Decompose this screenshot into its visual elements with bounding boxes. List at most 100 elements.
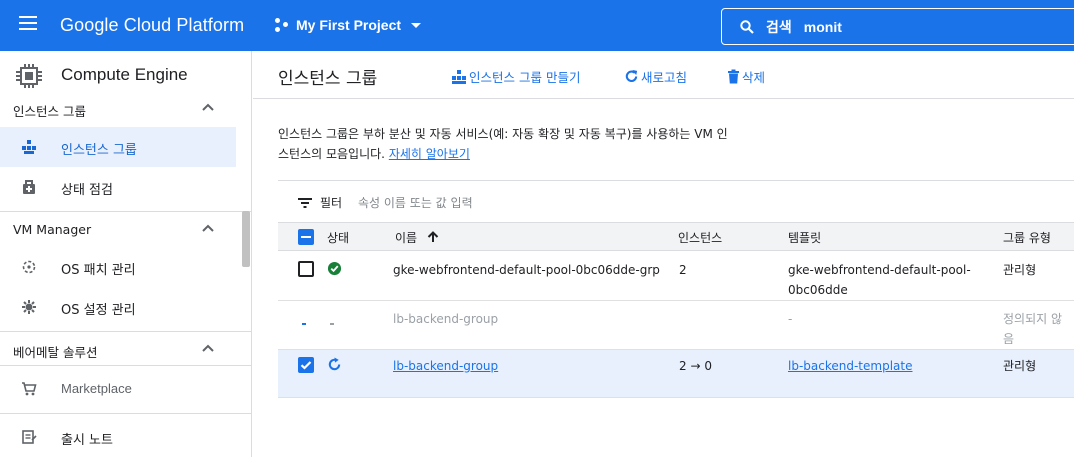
marketplace-cart-icon <box>22 382 37 396</box>
learn-more-link[interactable]: 자세히 알아보기 <box>389 147 470 161</box>
row-template-link[interactable]: lb-backend-template <box>788 356 912 376</box>
refresh-icon <box>625 69 638 82</box>
row-template-line-2: 0bc06dde <box>788 283 848 297</box>
sidebar-item-label: Marketplace <box>61 381 132 396</box>
trash-icon <box>728 69 739 84</box>
sidebar-scrollbar[interactable] <box>242 211 250 267</box>
row-instances: 2 → 0 <box>679 359 712 373</box>
refresh-button[interactable]: 새로고침 <box>624 67 687 86</box>
table-header: 상태 이름 인스턴스 템플릿 그룹 유형 <box>278 223 1074 251</box>
sidebar-header: Compute Engine <box>0 51 251 98</box>
search-icon <box>740 19 754 34</box>
section-label: 베어메탈 솔루션 <box>13 345 98 360</box>
checkmark-icon <box>300 361 312 370</box>
sidebar-section-vm-manager[interactable]: VM Manager <box>0 219 240 241</box>
refresh-label: 새로고침 <box>641 70 688 85</box>
project-dots-icon <box>275 18 289 32</box>
page-toolbar: 인스턴스 그룹 인스턴스 그룹 만들기 새로고침 삭제 <box>253 51 1074 99</box>
create-group-icon <box>452 69 466 84</box>
sort-arrow-up-icon <box>427 231 439 242</box>
release-notes-icon <box>22 430 37 444</box>
search-label: 검색 <box>766 19 792 36</box>
row-group-type: 관리형 <box>1003 263 1037 277</box>
section-label: 인스턴스 그룹 <box>13 104 86 119</box>
instance-groups-icon <box>22 140 36 154</box>
row-instances: 2 <box>679 263 687 277</box>
row-name: lb-backend-group <box>393 312 499 326</box>
row-template-line-1: gke-webfrontend-default-pool- <box>788 263 971 277</box>
chevron-up-icon <box>202 224 214 232</box>
row-template: gke-webfrontend-default-pool- 0bc06dde <box>788 260 971 300</box>
search-value: monit <box>803 18 842 35</box>
filter-icon <box>298 198 312 208</box>
table-row[interactable]: lb-backend-group 2 → 0 lb-backend-templa… <box>278 350 1074 398</box>
create-instance-group-button[interactable]: 인스턴스 그룹 만들기 <box>451 67 580 86</box>
sidebar-item-os-patch[interactable]: OS 패치 관리 <box>0 247 236 287</box>
os-config-icon <box>22 300 36 314</box>
row-group-type-line-1: 정의되지 않 <box>1003 312 1063 326</box>
column-header-name-label: 이름 <box>395 231 418 245</box>
os-patch-icon <box>22 260 36 274</box>
compute-engine-chip-icon <box>16 64 42 88</box>
section-label: VM Manager <box>13 222 92 237</box>
sidebar-item-health-check[interactable]: 상태 점검 <box>0 167 236 207</box>
sidebar-divider <box>0 211 251 212</box>
delete-label: 삭제 <box>742 70 766 85</box>
chevron-up-icon <box>202 103 214 111</box>
table-row[interactable]: gke-webfrontend-default-pool-0bc06dde-gr… <box>278 252 1074 301</box>
table-filter-bar[interactable]: 필터 속성 이름 또는 값 입력 <box>278 180 1074 223</box>
row-checkbox[interactable] <box>298 357 314 373</box>
row-group-type: 관리형 <box>1003 359 1037 373</box>
project-name: My First Project <box>296 17 402 33</box>
chevron-up-icon <box>202 344 214 352</box>
hamburger-menu-icon[interactable] <box>19 16 37 30</box>
column-header-status[interactable]: 상태 <box>327 229 349 246</box>
page-description: 인스턴스 그룹은 부하 분산 및 자동 서비스(예: 자동 확장 및 자동 복구… <box>278 124 798 164</box>
sidebar-divider <box>0 413 251 414</box>
row-name: gke-webfrontend-default-pool-0bc06dde-gr… <box>393 263 660 277</box>
column-header-instances[interactable]: 인스턴스 <box>678 229 722 246</box>
search-input[interactable]: 검색 monit <box>721 8 1074 45</box>
status-loading-icon <box>302 321 338 327</box>
select-all-checkbox[interactable] <box>298 229 314 245</box>
create-label: 인스턴스 그룹 만들기 <box>469 70 581 85</box>
side-nav: Compute Engine 인스턴스 그룹 인스턴스 그룹 상태 점검 VM … <box>0 51 252 457</box>
row-name-link[interactable]: lb-backend-group <box>393 356 498 376</box>
column-header-name[interactable]: 이름 <box>395 229 439 246</box>
filter-input[interactable]: 속성 이름 또는 값 입력 <box>358 194 473 211</box>
status-ok-icon <box>327 261 342 276</box>
sidebar-item-label: OS 설정 관리 <box>61 303 136 318</box>
description-line-2-text: 스턴스의 모음입니다. <box>278 147 385 161</box>
column-header-template[interactable]: 템플릿 <box>788 229 821 246</box>
sidebar-item-marketplace[interactable]: Marketplace <box>0 369 236 409</box>
main-content: 인스턴스 그룹 인스턴스 그룹 만들기 새로고침 삭제 인스턴스 그룹은 부하 … <box>253 51 1074 457</box>
sidebar-item-instance-groups[interactable]: 인스턴스 그룹 <box>0 127 236 167</box>
description-line-1: 인스턴스 그룹은 부하 분산 및 자동 서비스(예: 자동 확장 및 자동 복구… <box>278 127 728 141</box>
page-title: 인스턴스 그룹 <box>278 69 378 89</box>
sidebar-title: Compute Engine <box>61 65 188 84</box>
sidebar-item-label: 출시 노트 <box>61 433 113 448</box>
description-line-2: 스턴스의 모음입니다. 자세히 알아보기 <box>278 144 798 164</box>
indeterminate-dash-icon <box>301 236 311 238</box>
sidebar-section-instance-groups[interactable]: 인스턴스 그룹 <box>0 98 240 120</box>
product-brand[interactable]: Google Cloud Platform <box>60 15 244 36</box>
delete-button[interactable]: 삭제 <box>727 67 765 86</box>
status-updating-icon <box>328 357 341 371</box>
top-app-bar: Google Cloud Platform My First Project 검… <box>0 0 1074 51</box>
sidebar-item-label: 상태 점검 <box>61 183 113 198</box>
sidebar-item-label: OS 패치 관리 <box>61 263 136 278</box>
row-checkbox[interactable] <box>298 261 314 277</box>
row-template: - <box>788 312 793 326</box>
sidebar-item-label: 인스턴스 그룹 <box>61 143 137 158</box>
sidebar-divider <box>0 365 251 366</box>
health-check-icon <box>23 180 35 194</box>
sidebar-divider <box>0 331 251 332</box>
sidebar-section-bare-metal[interactable]: 베어메탈 솔루션 <box>0 339 240 361</box>
filter-label: 필터 <box>320 196 343 210</box>
table-row[interactable]: lb-backend-group - 정의되지 않 음 <box>278 301 1074 350</box>
sidebar-item-os-config[interactable]: OS 설정 관리 <box>0 287 236 327</box>
column-header-group-type[interactable]: 그룹 유형 <box>1003 229 1051 246</box>
project-selector[interactable]: My First Project <box>275 17 422 33</box>
sidebar-item-release-notes[interactable]: 출시 노트 <box>0 417 236 457</box>
caret-down-icon <box>411 22 422 28</box>
